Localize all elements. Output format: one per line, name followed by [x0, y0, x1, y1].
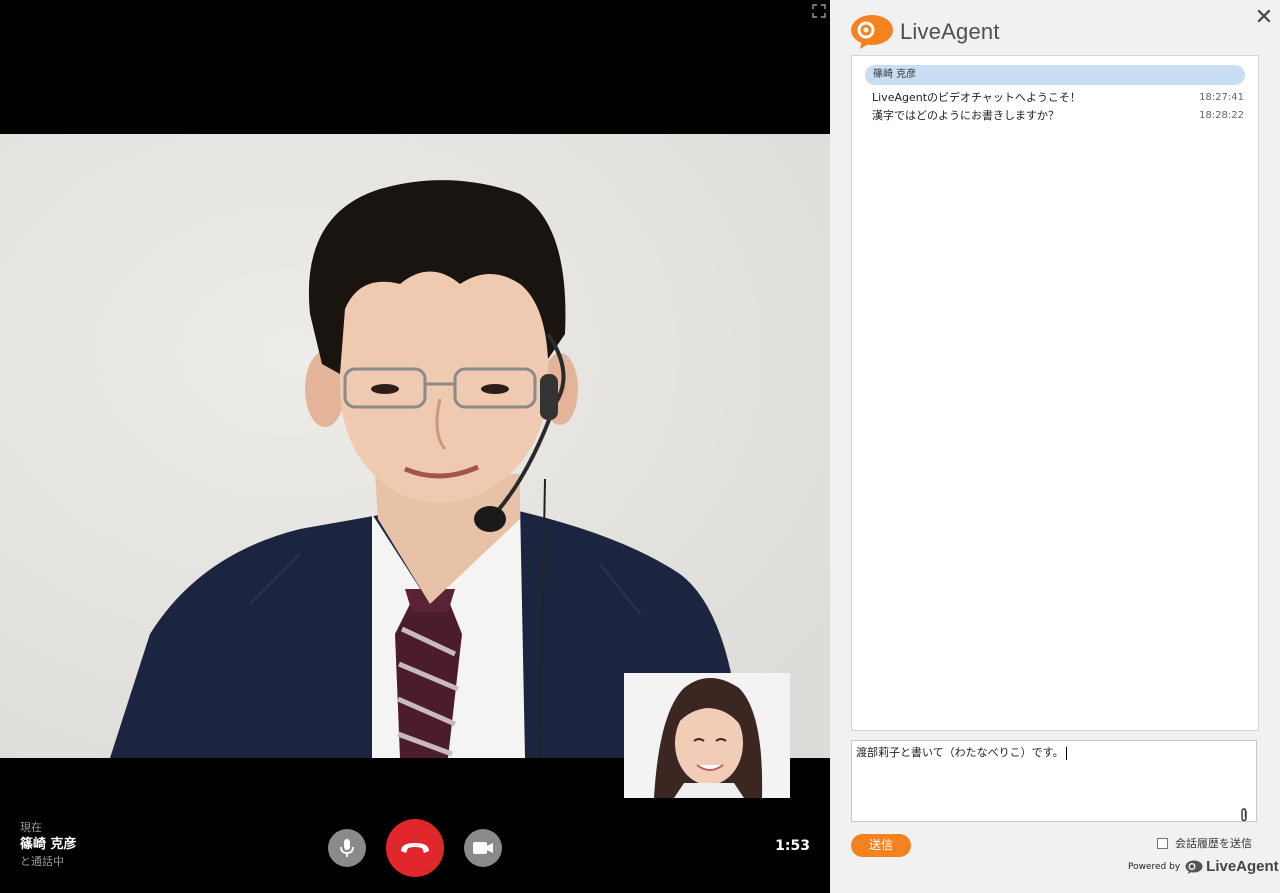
message-time: 18:27:41	[1199, 92, 1244, 103]
fullscreen-icon[interactable]	[812, 3, 826, 18]
chat-message: 漢字ではどのようにお書きしますか？ 18:28:22	[872, 108, 1244, 124]
liveagent-logo-icon	[851, 15, 893, 49]
caller-name: 篠崎 克彦	[20, 837, 77, 852]
powered-by-text: Powered by	[1128, 861, 1181, 872]
call-status-prefix: 現在	[20, 821, 42, 834]
call-status-suffix: と通話中	[20, 855, 64, 868]
text-caret	[1065, 746, 1067, 760]
participant-badge: 篠崎 克彦	[865, 65, 1245, 85]
chat-message: LiveAgentのビデオチャットへようこそ！ 18:27:41	[872, 90, 1244, 106]
liveagent-logo: LiveAgent	[850, 14, 1000, 50]
mute-microphone-button[interactable]	[328, 829, 366, 867]
message-text: 漢字ではどのようにお書きしますか？	[872, 109, 1059, 122]
phone-hangup-icon	[401, 843, 429, 853]
message-time: 18:28:22	[1199, 110, 1244, 121]
remote-video	[0, 134, 830, 758]
call-timer: 1:53	[775, 838, 810, 854]
send-history-checkbox[interactable]	[1157, 838, 1168, 849]
video-camera-icon	[473, 842, 493, 854]
powered-by-brand: LiveAgent	[1206, 858, 1279, 875]
close-button[interactable]: ✕	[1252, 6, 1276, 30]
close-icon: ✕	[1254, 5, 1274, 30]
chat-messages[interactable]: 篠崎 克彦 LiveAgentのビデオチャットへようこそ！ 18:27:41 漢…	[851, 55, 1259, 731]
chat-panel: LiveAgent ✕ 篠崎 克彦 LiveAgentのビデオチャットへようこそ…	[830, 0, 1280, 893]
video-area: 現在 篠崎 克彦 と通話中 1:53	[0, 0, 830, 893]
caller-info: 現在 篠崎 克彦 と通話中	[20, 820, 77, 870]
toggle-camera-button[interactable]	[464, 829, 502, 867]
send-history-label: 会話履歴を送信	[1175, 837, 1252, 850]
paperclip-icon[interactable]	[1238, 807, 1250, 822]
powered-by[interactable]: Powered by LiveAgent	[1128, 858, 1279, 875]
liveagent-small-logo-icon	[1185, 860, 1203, 874]
microphone-icon	[340, 839, 354, 857]
send-button[interactable]: 送信	[851, 834, 911, 857]
message-text: LiveAgentのビデオチャットへようこそ！	[872, 91, 1081, 104]
hang-up-button[interactable]	[386, 819, 444, 877]
self-video-preview	[624, 673, 790, 798]
message-input-value: 渡部莉子と書いて（わたなべりこ）です。	[856, 746, 1064, 759]
logo-wordmark: LiveAgent	[900, 19, 1000, 44]
message-input[interactable]: 渡部莉子と書いて（わたなべりこ）です。	[851, 740, 1257, 822]
